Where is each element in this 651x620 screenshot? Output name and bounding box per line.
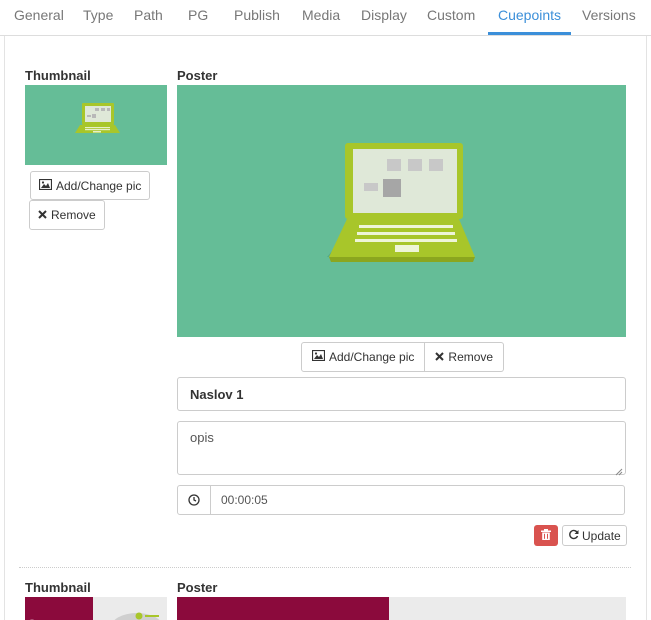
cuepoint-divider	[19, 567, 631, 568]
tab-custom[interactable]: Custom	[417, 0, 485, 36]
poster-button-group: Add/Change pic Remove	[301, 342, 505, 372]
poster-add-change-button[interactable]: Add/Change pic	[301, 342, 426, 372]
clock-icon	[177, 485, 211, 515]
update-label: Update	[582, 528, 621, 543]
tab-path[interactable]: Path	[124, 0, 173, 36]
thumbnail-remove-button[interactable]: Remove	[29, 200, 105, 230]
thumbnail-add-change-button[interactable]: Add/Change pic	[30, 171, 151, 200]
thumbnail-label: Thumbnail	[25, 68, 91, 83]
tab-bar: General Type Path PG Publish Media Displ…	[0, 0, 651, 36]
poster-label-2: Poster	[177, 580, 218, 595]
tab-cuepoints[interactable]: Cuepoints	[488, 0, 572, 35]
poster-illustration-2	[177, 597, 389, 620]
poster-add-change-label: Add/Change pic	[329, 350, 415, 364]
update-cuepoint-button[interactable]: Update	[562, 525, 627, 546]
tab-versions[interactable]: Versions	[572, 0, 646, 36]
refresh-icon	[568, 529, 579, 543]
tab-pg[interactable]: PG	[178, 0, 218, 36]
cuepoint-time-input[interactable]: 00:00:05	[211, 485, 625, 515]
thumbnail-image	[25, 85, 167, 165]
tab-media[interactable]: Media	[292, 0, 350, 36]
thumbnail-illustration-2	[25, 597, 160, 620]
tab-general[interactable]: General	[4, 0, 74, 36]
cuepoint-description-textarea[interactable]: opis	[177, 421, 626, 476]
cuepoint-time-group: 00:00:05	[177, 485, 625, 515]
poster-image-2	[177, 597, 626, 620]
thumbnail-add-change-label: Add/Change pic	[56, 178, 142, 193]
thumbnail-label-2: Thumbnail	[25, 580, 91, 595]
laptop-illustration	[75, 103, 120, 133]
delete-cuepoint-button[interactable]	[534, 525, 558, 546]
close-icon	[38, 208, 47, 222]
tab-publish[interactable]: Publish	[224, 0, 290, 36]
close-icon	[435, 350, 445, 364]
poster-remove-button[interactable]: Remove	[425, 342, 505, 372]
picture-icon	[311, 349, 326, 364]
thumbnail-remove-label: Remove	[51, 208, 96, 222]
cuepoints-panel: Thumbnail Poster Add/Change pic Remove A…	[4, 36, 647, 620]
poster-label: Poster	[177, 68, 218, 83]
trash-icon	[541, 527, 551, 545]
thumbnail-image-2	[25, 597, 167, 620]
cuepoint-description-value: opis	[190, 430, 214, 445]
laptop-illustration	[327, 143, 475, 262]
tab-type[interactable]: Type	[73, 0, 123, 36]
cuepoint-title-input[interactable]: Naslov 1	[177, 377, 626, 411]
poster-image	[177, 85, 626, 337]
poster-remove-label: Remove	[448, 350, 494, 364]
picture-icon	[38, 178, 53, 193]
resize-grip-icon[interactable]	[615, 464, 623, 476]
tab-display[interactable]: Display	[351, 0, 417, 36]
